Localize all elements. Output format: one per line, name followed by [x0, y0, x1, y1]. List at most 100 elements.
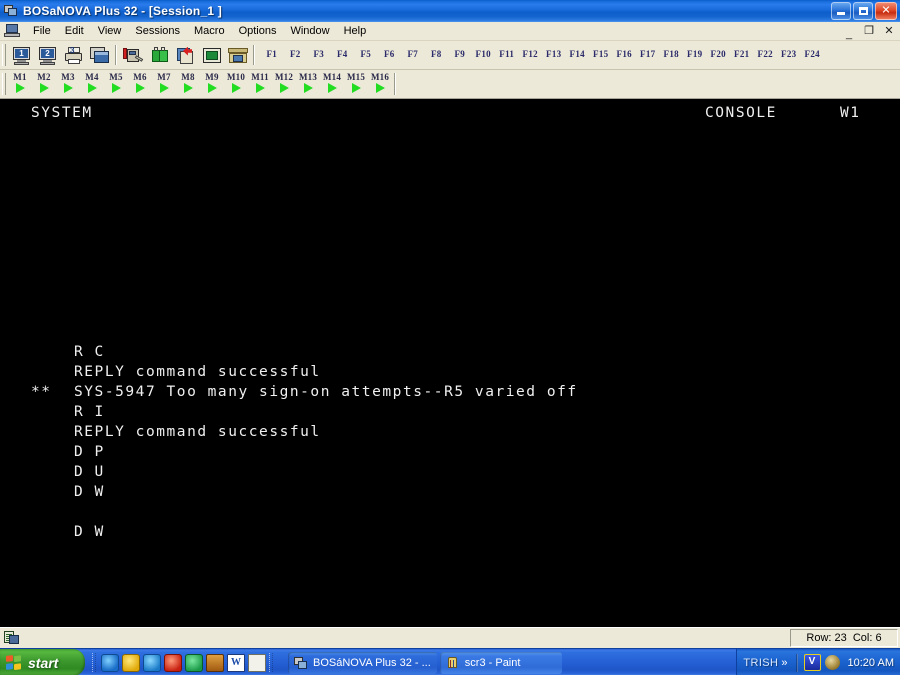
macro-key-m6[interactable]: M6: [128, 70, 152, 93]
menu-item-macro[interactable]: Macro: [187, 23, 232, 39]
display-session-button[interactable]: [87, 44, 111, 67]
network-globe-icon[interactable]: [185, 653, 203, 672]
window-close-button[interactable]: ✕: [875, 2, 897, 20]
function-key-f18[interactable]: F18: [660, 47, 684, 61]
toolbar-grip[interactable]: [2, 44, 6, 66]
screen-capture-button[interactable]: [199, 44, 223, 67]
desktop-icon[interactable]: [206, 653, 224, 672]
config-red-button[interactable]: [121, 44, 145, 67]
function-key-f10[interactable]: F10: [472, 47, 496, 61]
menu-item-sessions[interactable]: Sessions: [128, 23, 187, 39]
quick-launch-bar: W: [92, 649, 275, 675]
play-triangle-icon: [159, 83, 169, 93]
internet-explorer-icon[interactable]: [101, 653, 119, 672]
terminal-screen[interactable]: SYSTEM CONSOLE W1 R C REPLY command succe…: [0, 99, 900, 627]
function-key-f14[interactable]: F14: [566, 47, 590, 61]
printer-session-3-button[interactable]: 3: [61, 44, 85, 67]
menu-item-view[interactable]: View: [91, 23, 129, 39]
file-transfer-button[interactable]: [225, 44, 249, 67]
menu-item-file[interactable]: File: [26, 23, 58, 39]
notepad-icon[interactable]: [248, 653, 266, 672]
mdi-close-button[interactable]: ✕: [882, 24, 896, 38]
window-maximize-button[interactable]: [853, 2, 873, 20]
function-key-f23[interactable]: F23: [777, 47, 801, 61]
task-paint[interactable]: scr3 - Paint: [439, 652, 562, 674]
function-key-f7[interactable]: F7: [401, 47, 425, 61]
media-player-icon[interactable]: [164, 653, 182, 672]
macro-key-m3[interactable]: M3: [56, 70, 80, 93]
macro-key-m13[interactable]: M13: [296, 70, 320, 93]
start-button[interactable]: start: [0, 649, 85, 675]
mdi-restore-button[interactable]: ❐: [862, 24, 876, 38]
macro-key-label: M13: [298, 72, 318, 82]
function-key-f24[interactable]: F24: [801, 47, 825, 61]
menu-item-options[interactable]: Options: [232, 23, 284, 39]
function-key-f17[interactable]: F17: [636, 47, 660, 61]
function-key-f9[interactable]: F9: [448, 47, 472, 61]
config-green-button[interactable]: [147, 44, 171, 67]
quicklaunch-grip[interactable]: [92, 653, 96, 672]
function-key-f20[interactable]: F20: [707, 47, 731, 61]
cursor-position-indicator: Row: 23 Col: 6: [790, 629, 898, 647]
session-1-button[interactable]: 1: [9, 44, 33, 67]
start-button-label: start: [28, 654, 59, 671]
window-minimize-button[interactable]: [831, 2, 851, 20]
terminal-line: SYS-5947 Too many sign-on attempts--R5 v…: [74, 384, 578, 400]
macro-key-m16[interactable]: M16: [368, 70, 392, 93]
macro-key-m15[interactable]: M15: [344, 70, 368, 93]
chevron-expand-icon[interactable]: »: [781, 657, 787, 669]
function-key-f22[interactable]: F22: [754, 47, 778, 61]
play-triangle-icon: [63, 83, 73, 93]
antivirus-shield-icon[interactable]: V: [803, 654, 821, 671]
play-triangle-icon: [231, 83, 241, 93]
word-icon[interactable]: W: [227, 653, 245, 672]
menu-item-window[interactable]: Window: [283, 23, 336, 39]
task-paint-label: scr3 - Paint: [464, 657, 521, 669]
clock[interactable]: 10:20 AM: [848, 657, 894, 669]
play-triangle-icon: [351, 83, 361, 93]
play-triangle-icon: [183, 83, 193, 93]
macro-key-m11[interactable]: M11: [248, 70, 272, 93]
macro-key-m7[interactable]: M7: [152, 70, 176, 93]
function-key-f16[interactable]: F16: [613, 47, 637, 61]
terminal-line: REPLY command successful: [74, 364, 321, 380]
macro-key-m5[interactable]: M5: [104, 70, 128, 93]
function-key-f19[interactable]: F19: [683, 47, 707, 61]
keyboard-remap-button[interactable]: [173, 44, 197, 67]
function-key-f11[interactable]: F11: [495, 47, 519, 61]
menu-item-edit[interactable]: Edit: [58, 23, 91, 39]
macro-key-m4[interactable]: M4: [80, 70, 104, 93]
terminal-line: REPLY command successful: [74, 424, 321, 440]
function-key-f15[interactable]: F15: [589, 47, 613, 61]
function-key-f1[interactable]: F1: [260, 47, 284, 61]
taskbar-task-list: BOSáNOVA Plus 32 - ... scr3 - Paint: [288, 652, 562, 674]
task-bosanova[interactable]: BOSáNOVA Plus 32 - ...: [288, 652, 437, 674]
macro-key-m14[interactable]: M14: [320, 70, 344, 93]
function-key-f12[interactable]: F12: [519, 47, 543, 61]
macro-key-m12[interactable]: M12: [272, 70, 296, 93]
menu-bar: File Edit View Sessions Macro Options Wi…: [0, 22, 900, 41]
outlook-express-icon[interactable]: [143, 653, 161, 672]
function-key-f13[interactable]: F13: [542, 47, 566, 61]
macrobar-separator: [394, 73, 396, 95]
macrobar-grip[interactable]: [2, 73, 6, 95]
quicklaunch-grip-end[interactable]: [269, 653, 273, 672]
session-2-button[interactable]: 2: [35, 44, 59, 67]
function-key-f3[interactable]: F3: [307, 47, 331, 61]
macro-key-m2[interactable]: M2: [32, 70, 56, 93]
mdi-minimize-button[interactable]: _: [842, 24, 856, 40]
macro-key-label: M6: [133, 72, 147, 82]
function-key-f2[interactable]: F2: [284, 47, 308, 61]
messenger-icon[interactable]: [122, 653, 140, 672]
function-key-f21[interactable]: F21: [730, 47, 754, 61]
menu-item-help[interactable]: Help: [337, 23, 374, 39]
function-key-f5[interactable]: F5: [354, 47, 378, 61]
update-icon[interactable]: [824, 655, 840, 670]
macro-key-m9[interactable]: M9: [200, 70, 224, 93]
macro-key-m8[interactable]: M8: [176, 70, 200, 93]
function-key-f4[interactable]: F4: [331, 47, 355, 61]
function-key-f8[interactable]: F8: [425, 47, 449, 61]
macro-key-m1[interactable]: M1: [8, 70, 32, 93]
function-key-f6[interactable]: F6: [378, 47, 402, 61]
macro-key-m10[interactable]: M10: [224, 70, 248, 93]
